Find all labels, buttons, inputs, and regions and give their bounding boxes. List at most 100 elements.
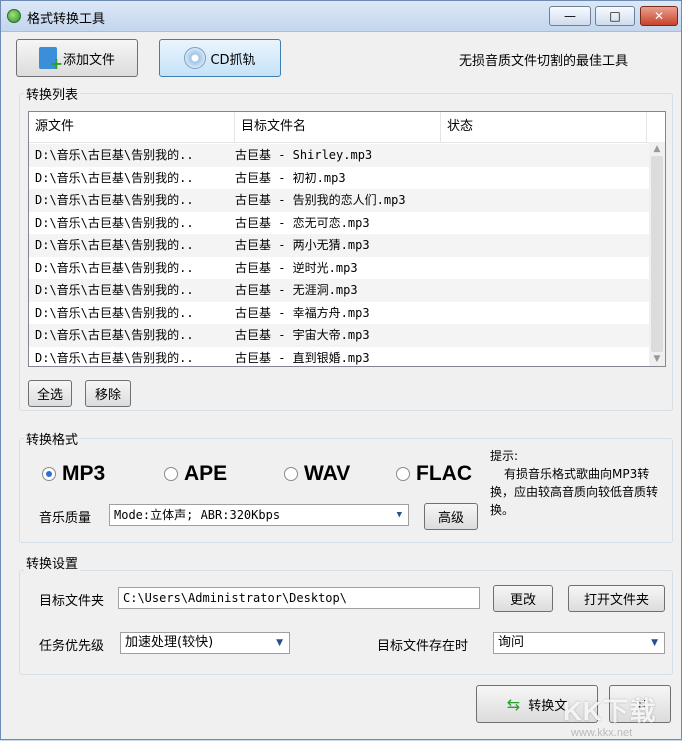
- source-cell: D:\音乐\古巨基\告别我的..: [35, 148, 194, 162]
- window-title: 格式转换工具: [27, 12, 106, 27]
- scroll-up-icon[interactable]: ▲: [649, 144, 665, 154]
- target-cell: 古巨基 - 恋无可恋.mp3: [235, 215, 370, 230]
- convert-label: 转换文: [528, 698, 568, 714]
- table-row[interactable]: D:\音乐\古巨基\告别我的.. 古巨基 - 幸福方舟.mp3: [29, 302, 649, 325]
- priority-select[interactable]: 加速处理(较快) ▼: [120, 632, 290, 654]
- source-cell: D:\音乐\古巨基\告别我的..: [35, 328, 194, 342]
- source-cell: D:\音乐\古巨基\告别我的..: [35, 170, 194, 185]
- table-row[interactable]: D:\音乐\古巨基\告别我的.. 古巨基 - 宇宙大帝.mp3: [29, 324, 649, 347]
- file-list[interactable]: 源文件 目标文件名 状态 D:\音乐\古巨基\告别我的.. 古巨基 - Shirl…: [28, 111, 666, 367]
- maximize-button[interactable]: □: [595, 6, 635, 26]
- tip-box: 提示: 有损音乐格式歌曲向MP3转换，应由较高音质向较低音质转换。: [490, 447, 670, 519]
- radio-icon: [164, 467, 178, 481]
- target-cell: 古巨基 - 直到银婚.mp3: [235, 350, 370, 365]
- radio-icon: [396, 467, 410, 481]
- cd-icon: [184, 47, 207, 69]
- app-icon: [7, 9, 21, 23]
- table-row[interactable]: D:\音乐\古巨基\告别我的.. 古巨基 - 告别我的恋人们.mp3: [29, 189, 649, 212]
- close-icon: ✕: [653, 9, 665, 23]
- select-all-label: 全选: [36, 388, 63, 403]
- add-file-button[interactable]: 添加文件: [16, 39, 138, 77]
- file-exists-select[interactable]: 询问 ▼: [493, 632, 665, 654]
- target-cell: 古巨基 - 告别我的恋人们.mp3: [235, 193, 406, 207]
- file-exists-value: 询问: [498, 635, 525, 650]
- chevron-down-icon: ▼: [276, 638, 283, 648]
- scroll-down-icon[interactable]: ▼: [649, 354, 665, 364]
- source-cell: D:\音乐\古巨基\告别我的..: [35, 193, 194, 207]
- tip-body: 有损音乐格式歌曲向MP3转换，应由较高音质向较低音质转换。: [490, 467, 659, 517]
- column-header-target[interactable]: 目标文件名: [235, 112, 441, 142]
- watermark: KK下载 www.kkx.net: [563, 691, 682, 741]
- table-row[interactable]: D:\音乐\古巨基\告别我的.. 古巨基 - 恋无可恋.mp3: [29, 212, 649, 235]
- table-row[interactable]: D:\音乐\古巨基\告别我的.. 古巨基 - 初初.mp3: [29, 167, 649, 190]
- format-label: 转换格式: [24, 429, 81, 448]
- watermark-logo: KK下载: [563, 696, 657, 726]
- source-cell: D:\音乐\古巨基\告别我的..: [35, 260, 194, 275]
- list-rows: D:\音乐\古巨基\告别我的.. 古巨基 - Shirley.mp3 D:\音乐\…: [29, 144, 649, 367]
- column-header-source[interactable]: 源文件: [29, 112, 235, 142]
- target-cell: 古巨基 - 幸福方舟.mp3: [235, 305, 370, 320]
- main-window: 格式转换工具 — □ ✕ 添加文件 CD抓轨 无损音质文件切割的最佳工具 转换列…: [0, 0, 682, 740]
- convert-icon: ⇆: [506, 694, 521, 714]
- radio-selected-icon: [42, 467, 56, 481]
- list-header: 源文件 目标文件名 状态: [29, 112, 649, 143]
- priority-label: 任务优先级: [39, 639, 105, 654]
- list-scrollbar[interactable]: ▲ ▼: [649, 142, 665, 366]
- radio-icon: [284, 467, 298, 481]
- title-bar: 格式转换工具 — □ ✕: [1, 1, 681, 32]
- table-row[interactable]: D:\音乐\古巨基\告别我的.. 古巨基 - Shirley.mp3: [29, 144, 649, 167]
- target-cell: 古巨基 - 初初.mp3: [235, 170, 346, 185]
- table-row[interactable]: D:\音乐\古巨基\告别我的.. 古巨基 - 两小无猜.mp3: [29, 234, 649, 257]
- target-folder-value: C:\Users\Administrator\Desktop\: [123, 591, 347, 605]
- cd-rip-label: CD抓轨: [210, 52, 256, 68]
- radio-mp3-label: MP3: [62, 462, 106, 485]
- open-folder-button[interactable]: 打开文件夹: [568, 585, 665, 612]
- target-cell: 古巨基 - Shirley.mp3: [235, 148, 373, 162]
- convert-list-label: 转换列表: [24, 84, 81, 103]
- open-folder-label: 打开文件夹: [583, 593, 649, 608]
- radio-wav[interactable]: WAV: [284, 462, 350, 486]
- watermark-url: www.kkx.net: [571, 727, 633, 739]
- minimize-icon: —: [564, 9, 576, 23]
- radio-ape-label: APE: [184, 462, 228, 485]
- quality-label: 音乐质量: [39, 511, 92, 526]
- table-row[interactable]: D:\音乐\古巨基\告别我的.. 古巨基 - 无涯洞.mp3: [29, 279, 649, 302]
- remove-button[interactable]: 移除: [85, 380, 131, 407]
- close-button[interactable]: ✕: [640, 6, 678, 26]
- cd-rip-button[interactable]: CD抓轨: [159, 39, 281, 77]
- select-all-button[interactable]: 全选: [28, 380, 72, 407]
- add-file-icon: [38, 47, 63, 73]
- target-cell: 古巨基 - 无涯洞.mp3: [235, 283, 358, 297]
- table-row[interactable]: D:\音乐\古巨基\告别我的.. 古巨基 - 逆时光.mp3: [29, 257, 649, 280]
- file-exists-label: 目标文件存在时: [377, 639, 469, 654]
- priority-value: 加速处理(较快): [125, 635, 214, 650]
- chevron-down-icon: ▼: [651, 638, 658, 648]
- target-cell: 古巨基 - 逆时光.mp3: [235, 260, 358, 275]
- slogan-text: 无损音质文件切割的最佳工具: [459, 54, 629, 69]
- change-label: 更改: [509, 593, 536, 608]
- change-folder-button[interactable]: 更改: [493, 585, 553, 612]
- quality-value: Mode:立体声; ABR:320Kbps: [114, 508, 281, 522]
- chevron-down-icon: ▼: [396, 510, 402, 520]
- quality-select[interactable]: Mode:立体声; ABR:320Kbps ▼: [109, 504, 409, 526]
- remove-label: 移除: [94, 388, 121, 403]
- radio-wav-label: WAV: [304, 462, 351, 485]
- maximize-icon: □: [609, 9, 621, 23]
- target-cell: 古巨基 - 两小无猜.mp3: [235, 238, 370, 252]
- radio-flac-label: FLAC: [416, 462, 472, 485]
- source-cell: D:\音乐\古巨基\告别我的..: [35, 215, 194, 230]
- source-cell: D:\音乐\古巨基\告别我的..: [35, 305, 194, 320]
- radio-ape[interactable]: APE: [164, 462, 227, 486]
- advanced-button[interactable]: 高级: [424, 503, 478, 530]
- scroll-thumb[interactable]: [651, 156, 663, 352]
- advanced-label: 高级: [437, 511, 464, 526]
- minimize-button[interactable]: —: [549, 6, 591, 26]
- source-cell: D:\音乐\古巨基\告别我的..: [35, 350, 194, 365]
- radio-mp3[interactable]: MP3: [42, 462, 105, 486]
- radio-flac[interactable]: FLAC: [396, 462, 472, 486]
- column-header-status[interactable]: 状态: [441, 112, 647, 142]
- table-row[interactable]: D:\音乐\古巨基\告别我的.. 古巨基 - 直到银婚.mp3: [29, 347, 649, 367]
- tip-title: 提示:: [490, 449, 519, 463]
- settings-label: 转换设置: [24, 553, 81, 572]
- target-folder-input[interactable]: C:\Users\Administrator\Desktop\: [118, 587, 480, 609]
